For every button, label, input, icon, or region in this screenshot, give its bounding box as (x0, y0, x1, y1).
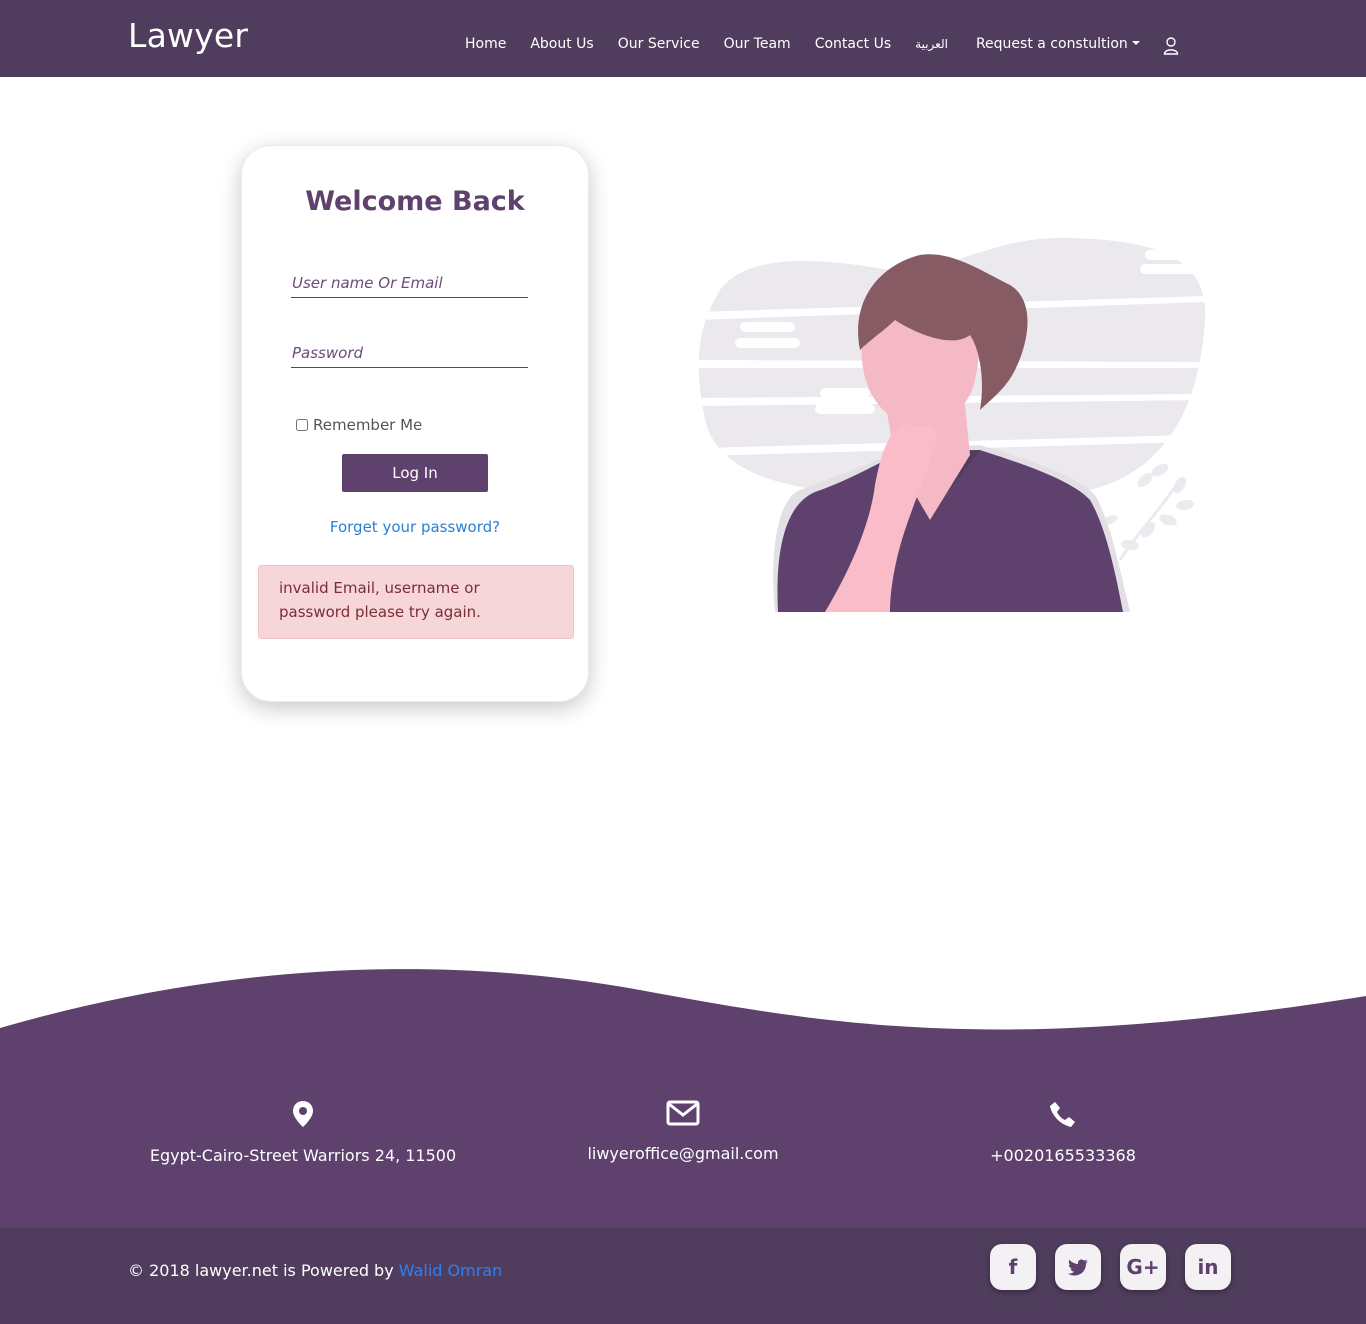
brand-logo[interactable]: Lawyer (128, 16, 248, 55)
twitter-bird-icon (1068, 1258, 1088, 1276)
username-input[interactable] (291, 268, 528, 298)
nav-home[interactable]: Home (465, 36, 506, 52)
nav-arabic[interactable]: العربية (915, 37, 948, 51)
envelope-icon (666, 1100, 700, 1126)
nav-contact[interactable]: Contact Us (815, 36, 891, 52)
user-icon[interactable] (1163, 37, 1179, 55)
login-button[interactable]: Log In (342, 454, 488, 492)
thinking-man-illustration (695, 237, 1206, 612)
google-plus-icon[interactable]: G+ (1120, 1244, 1166, 1290)
footer-bottom-bar: © 2018 lawyer.net is Powered by Walid Om… (0, 1228, 1366, 1324)
nav-consultation-label: Request a constultion (975, 36, 1128, 52)
contact-phone: +0020165533368 (863, 1100, 1263, 1165)
nav-services[interactable]: Our Service (618, 36, 700, 52)
error-alert: invalid Email, username or password plea… (258, 565, 574, 639)
twitter-icon[interactable] (1055, 1244, 1101, 1290)
address-text: Egypt-Cairo-Street Warriors 24, 11500 (149, 1146, 457, 1165)
phone-icon (1050, 1102, 1075, 1127)
phone-text[interactable]: +0020165533368 (990, 1146, 1136, 1165)
login-card: Welcome Back Remember Me Log In Forget y… (241, 145, 589, 702)
footer-wave (0, 969, 1366, 1040)
facebook-icon[interactable]: f (990, 1244, 1036, 1290)
email-text[interactable]: liwyeroffice@gmail.com (587, 1144, 778, 1163)
contact-address: Egypt-Cairo-Street Warriors 24, 11500 (103, 1100, 503, 1165)
navbar: Lawyer Home About Us Our Service Our Tea… (0, 0, 1366, 77)
password-input[interactable] (291, 338, 528, 368)
location-pin-icon (293, 1101, 313, 1127)
login-title: Welcome Back (305, 186, 525, 217)
contact-email: liwyeroffice@gmail.com (483, 1100, 883, 1163)
linkedin-icon[interactable]: in (1185, 1244, 1231, 1290)
remember-label: Remember Me (313, 416, 423, 434)
remember-me[interactable]: Remember Me (296, 416, 422, 434)
nav-consultation-dropdown[interactable]: Request a constultion (976, 36, 1140, 52)
footer-contact: Egypt-Cairo-Street Warriors 24, 11500 li… (0, 1030, 1366, 1228)
remember-checkbox[interactable] (296, 419, 308, 431)
nav-about[interactable]: About Us (530, 36, 593, 52)
nav-links: Home About Us Our Service Our Team Conta… (465, 36, 1164, 52)
nav-team[interactable]: Our Team (724, 36, 791, 52)
author-link[interactable]: Walid Omran (399, 1261, 502, 1280)
copyright: © 2018 lawyer.net is Powered by Walid Om… (128, 1261, 502, 1280)
caret-down-icon (1131, 41, 1140, 45)
copyright-text: © 2018 lawyer.net is Powered by (128, 1261, 394, 1280)
forgot-password-link[interactable]: Forget your password? (242, 518, 588, 536)
